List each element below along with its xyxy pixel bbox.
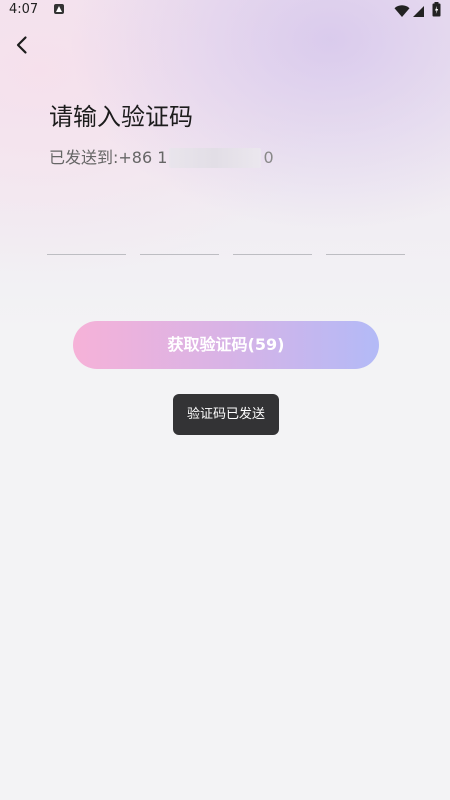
toast-message: 验证码已发送 xyxy=(173,394,279,435)
status-bar: 4:07 xyxy=(0,0,450,20)
back-arrow-icon xyxy=(16,36,27,54)
wifi-icon xyxy=(394,3,410,22)
page-title: 请输入验证码 xyxy=(49,103,193,131)
masked-phone-number: 0 xyxy=(167,146,277,170)
code-input-4[interactable] xyxy=(326,224,405,255)
status-time: 4:07 xyxy=(9,2,39,17)
code-input-1[interactable] xyxy=(47,224,126,255)
notification-icon xyxy=(54,4,64,14)
signal-icon xyxy=(412,3,425,22)
code-input-row xyxy=(47,224,405,256)
verification-screen: 4:07 请输入验证码 已发送到:+86 1 0 获取验证码(59) 验证码已发送 xyxy=(0,0,450,800)
sent-to-label: 已发送到:+86 1 xyxy=(49,148,168,167)
code-input-2[interactable] xyxy=(140,224,219,255)
phone-last-digit: 0 xyxy=(263,148,274,167)
sent-to-info: 已发送到:+86 1 0 xyxy=(49,146,277,170)
back-button[interactable] xyxy=(8,30,38,60)
get-code-button[interactable]: 获取验证码(59) xyxy=(73,321,379,369)
battery-icon xyxy=(432,2,441,21)
code-input-3[interactable] xyxy=(233,224,312,255)
phone-mask xyxy=(169,148,262,168)
